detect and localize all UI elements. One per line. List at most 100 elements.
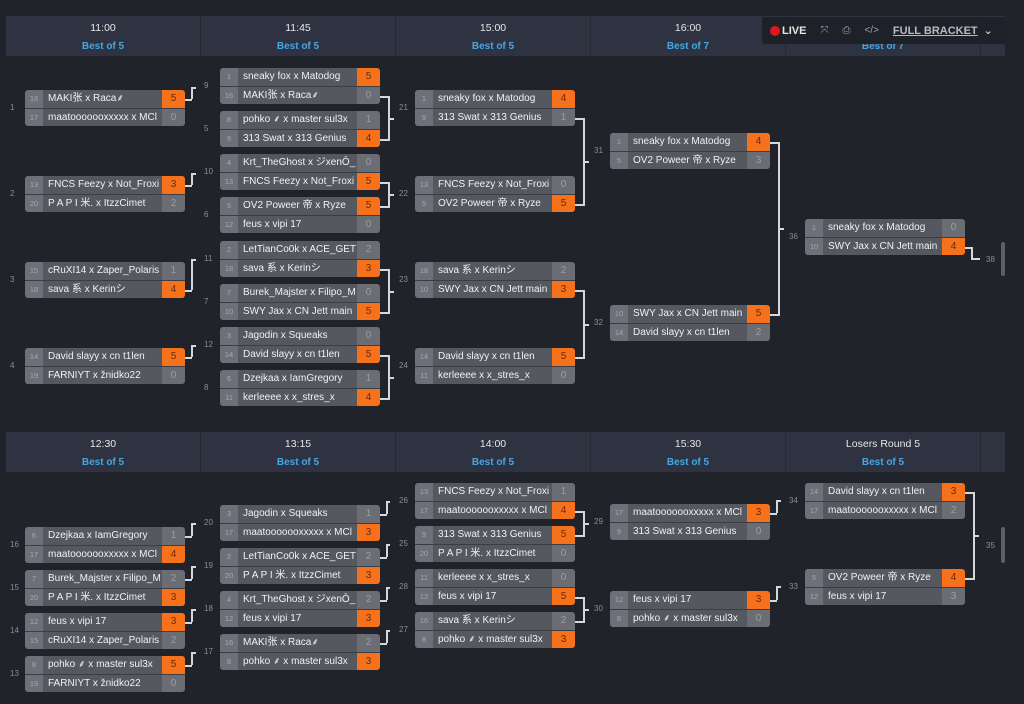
team-row[interactable]: 11 kerleeee x x_stres_x 0 [415, 366, 575, 384]
match-card[interactable]: 17 maatooooooxxxxx x MCl 3 9 313 Swat x 313 … [610, 504, 770, 540]
match-card[interactable]: 2 LetTianCo0k x ACE_GET 2 20 P A P I 米. x It… [220, 548, 380, 584]
team-row[interactable]: 16 MAKI张 x Raca⸙ 2 [220, 634, 380, 652]
team-row[interactable]: 8 pohko ⸙ x master sul3x 3 [415, 630, 575, 648]
team-row[interactable]: 17 maatooooooxxxxx x MCl 3 [220, 523, 380, 541]
team-row[interactable]: 9 313 Swat x 313 Genius 4 [220, 129, 380, 147]
team-row[interactable]: 16 sava 系 x Kerinシ 2 [415, 612, 575, 630]
team-row[interactable]: 16 MAKI张 x Raca⸙ 0 [220, 86, 380, 104]
match-card[interactable]: 1 sneaky fox x Matodog 4 9 313 Swat x 313 Ge… [415, 90, 575, 126]
team-row[interactable]: 5 OV2 Poweer 帝 x Ryze 4 [805, 569, 965, 587]
team-row[interactable]: 1 sneaky fox x Matodog 0 [805, 219, 965, 237]
team-row[interactable]: 3 Jagodin x Squeaks 0 [220, 327, 380, 345]
match-card[interactable]: 1 sneaky fox x Matodog 4 5 OV2 Poweer 帝 x Ry… [610, 133, 770, 169]
team-row[interactable]: 5 OV2 Poweer 帝 x Ryze 5 [220, 197, 380, 215]
team-row[interactable]: 18 sava 系 x Kerinシ 3 [220, 259, 380, 277]
team-row[interactable]: 12 feus x vipi 17 3 [610, 591, 770, 609]
team-row[interactable]: 1 sneaky fox x Matodog 5 [220, 68, 380, 86]
team-row[interactable]: 16 MAKI张 x Raca⸙ 5 [25, 90, 185, 108]
team-row[interactable]: 7 Burek_Majster x Filipo_M 0 [220, 284, 380, 302]
match-card[interactable]: 12 feus x vipi 17 3 8 pohko ⸙ x master sul3x… [610, 591, 770, 627]
team-row[interactable]: 9 313 Swat x 313 Genius 5 [415, 526, 575, 544]
team-row[interactable]: 5 OV2 Poweer 帝 x Ryze 5 [415, 194, 575, 212]
match-card[interactable]: 6 Dzejkaa x IamGregory 1 11 kerleeee x x_str… [220, 370, 380, 406]
team-row[interactable]: 1 sneaky fox x Matodog 4 [610, 133, 770, 151]
team-row[interactable]: 15 cRuXI14 x Zaper_Polaris 2 [25, 631, 185, 649]
team-row[interactable]: 17 maatooooooxxxxx x MCl 0 [25, 108, 185, 126]
team-row[interactable]: 20 P A P I 米. x ItzzCimet 3 [25, 588, 185, 606]
match-card[interactable]: 8 pohko ⸙ x master sul3x 1 9 313 Swat x 313 … [220, 111, 380, 147]
team-row[interactable]: 2 LetTianCo0k x ACE_GET 2 [220, 548, 380, 566]
team-row[interactable]: 5 OV2 Poweer 帝 x Ryze 3 [610, 151, 770, 169]
match-card[interactable]: 14 David slayy x cn t1len 5 11 kerleeee x x_… [415, 348, 575, 384]
team-row[interactable]: 10 SWY Jax x CN Jett main 4 [805, 237, 965, 255]
match-card[interactable]: 4 Krt_TheGhost x ジxenŌ_ 0 13 FNCS Feezy x No… [220, 154, 380, 190]
team-row[interactable]: 14 David slayy x cn t1len 3 [805, 483, 965, 501]
match-card[interactable]: 3 Jagodin x Squeaks 1 17 maatooooooxxxxx x M… [220, 505, 380, 541]
team-row[interactable]: 20 P A P I 米. x ItzzCimet 0 [415, 544, 575, 562]
scroll-handle[interactable] [1001, 527, 1005, 563]
team-row[interactable]: 4 Krt_TheGhost x ジxenŌ_ 0 [220, 154, 380, 172]
team-row[interactable]: 20 P A P I 米. x ItzzCimet 3 [220, 566, 380, 584]
team-row[interactable]: 1 sneaky fox x Matodog 4 [415, 90, 575, 108]
team-row[interactable]: 19 FARNIYT x žnidko22 0 [25, 674, 185, 692]
team-row[interactable]: 8 pohko ⸙ x master sul3x 3 [220, 652, 380, 670]
team-row[interactable]: 12 feus x vipi 17 0 [220, 215, 380, 233]
match-card[interactable]: 5 OV2 Poweer 帝 x Ryze 5 12 feus x vipi 17 0 [220, 197, 380, 233]
team-row[interactable]: 10 SWY Jax x CN Jett main 5 [610, 305, 770, 323]
team-row[interactable]: 17 maatooooooxxxxx x MCl 4 [415, 501, 575, 519]
team-row[interactable]: 10 SWY Jax x CN Jett main 5 [220, 302, 380, 320]
team-row[interactable]: 12 feus x vipi 17 5 [415, 587, 575, 605]
print-icon[interactable]: ⎙ [842, 25, 850, 36]
team-row[interactable]: 13 FNCS Feezy x Not_Froxi 0 [415, 176, 575, 194]
team-row[interactable]: 18 sava 系 x Kerinシ 2 [415, 262, 575, 280]
match-card[interactable]: 15 cRuXI14 x Zaper_Polaris 1 18 sava 系 x Ker… [25, 262, 185, 298]
team-row[interactable]: 11 kerleeee x x_stres_x 0 [415, 569, 575, 587]
code-icon[interactable]: </> [864, 25, 878, 36]
match-card[interactable]: 5 OV2 Poweer 帝 x Ryze 4 12 feus x vipi 17 3 [805, 569, 965, 605]
team-row[interactable]: 13 FNCS Feezy x Not_Froxi 5 [220, 172, 380, 190]
match-card[interactable]: 6 Dzejkaa x IamGregory 1 17 maatooooooxxxxx … [25, 527, 185, 563]
team-row[interactable]: 3 Jagodin x Squeaks 1 [220, 505, 380, 523]
match-card[interactable]: 12 feus x vipi 17 3 15 cRuXI14 x Zaper_Polar… [25, 613, 185, 649]
team-row[interactable]: 12 feus x vipi 17 3 [805, 587, 965, 605]
match-card[interactable]: 11 kerleeee x x_stres_x 0 12 feus x vipi 17 5 [415, 569, 575, 605]
team-row[interactable]: 17 maatooooooxxxxx x MCl 2 [805, 501, 965, 519]
chevron-down-icon[interactable]: ⌄ [984, 24, 993, 37]
match-card[interactable]: 1 sneaky fox x Matodog 0 10 SWY Jax x CN Jet… [805, 219, 965, 255]
match-card[interactable]: 10 SWY Jax x CN Jett main 5 14 David slayy x… [610, 305, 770, 341]
team-row[interactable]: 9 313 Swat x 313 Genius 1 [415, 108, 575, 126]
match-card[interactable]: 7 Burek_Majster x Filipo_M 2 20 P A P I 米. x… [25, 570, 185, 606]
team-row[interactable]: 8 pohko ⸙ x master sul3x 5 [25, 656, 185, 674]
full-bracket-button[interactable]: FULL BRACKET [893, 25, 978, 37]
scroll-handle[interactable] [1001, 242, 1005, 276]
match-card[interactable]: 3 Jagodin x Squeaks 0 14 David slayy x cn t1… [220, 327, 380, 363]
match-card[interactable]: 18 sava 系 x Kerinシ 2 10 SWY Jax x CN Jett ma… [415, 262, 575, 298]
match-card[interactable]: 8 pohko ⸙ x master sul3x 5 19 FARNIYT x žnid… [25, 656, 185, 692]
match-card[interactable]: 14 David slayy x cn t1len 5 19 FARNIYT x žni… [25, 348, 185, 384]
match-card[interactable]: 16 MAKI张 x Raca⸙ 2 8 pohko ⸙ x master sul3x 3 [220, 634, 380, 670]
team-row[interactable]: 14 David slayy x cn t1len 5 [25, 348, 185, 366]
match-card[interactable]: 13 FNCS Feezy x Not_Froxi 1 17 maatooooooxxx… [415, 483, 575, 519]
team-row[interactable]: 12 feus x vipi 17 3 [220, 609, 380, 627]
team-row[interactable]: 14 David slayy x cn t1len 5 [415, 348, 575, 366]
team-row[interactable]: 9 313 Swat x 313 Genius 0 [610, 522, 770, 540]
match-card[interactable]: 16 sava 系 x Kerinシ 2 8 pohko ⸙ x master sul3… [415, 612, 575, 648]
team-row[interactable]: 13 FNCS Feezy x Not_Froxi 1 [415, 483, 575, 501]
team-row[interactable]: 2 LetTianCo0k x ACE_GET 2 [220, 241, 380, 259]
team-row[interactable]: 8 pohko ⸙ x master sul3x 1 [220, 111, 380, 129]
team-row[interactable]: 13 FNCS Feezy x Not_Froxi 3 [25, 176, 185, 194]
match-card[interactable]: 13 FNCS Feezy x Not_Froxi 3 20 P A P I 米. x … [25, 176, 185, 212]
team-row[interactable]: 6 Dzejkaa x IamGregory 1 [25, 527, 185, 545]
match-card[interactable]: 4 Krt_TheGhost x ジxenŌ_ 2 12 feus x vipi 17 3 [220, 591, 380, 627]
match-card[interactable]: 9 313 Swat x 313 Genius 5 20 P A P I 米. x It… [415, 526, 575, 562]
team-row[interactable]: 10 SWY Jax x CN Jett main 3 [415, 280, 575, 298]
team-row[interactable]: 14 David slayy x cn t1len 2 [610, 323, 770, 341]
match-card[interactable]: 1 sneaky fox x Matodog 5 16 MAKI张 x Raca⸙ 0 [220, 68, 380, 104]
match-card[interactable]: 14 David slayy x cn t1len 3 17 maatooooooxxx… [805, 483, 965, 519]
match-card[interactable]: 2 LetTianCo0k x ACE_GET 2 18 sava 系 x Kerinシ… [220, 241, 380, 277]
match-card[interactable]: 13 FNCS Feezy x Not_Froxi 0 5 OV2 Poweer 帝 x… [415, 176, 575, 212]
team-row[interactable]: 7 Burek_Majster x Filipo_M 2 [25, 570, 185, 588]
team-row[interactable]: 11 kerleeee x x_stres_x 4 [220, 388, 380, 406]
team-row[interactable]: 4 Krt_TheGhost x ジxenŌ_ 2 [220, 591, 380, 609]
team-row[interactable]: 18 sava 系 x Kerinシ 4 [25, 280, 185, 298]
